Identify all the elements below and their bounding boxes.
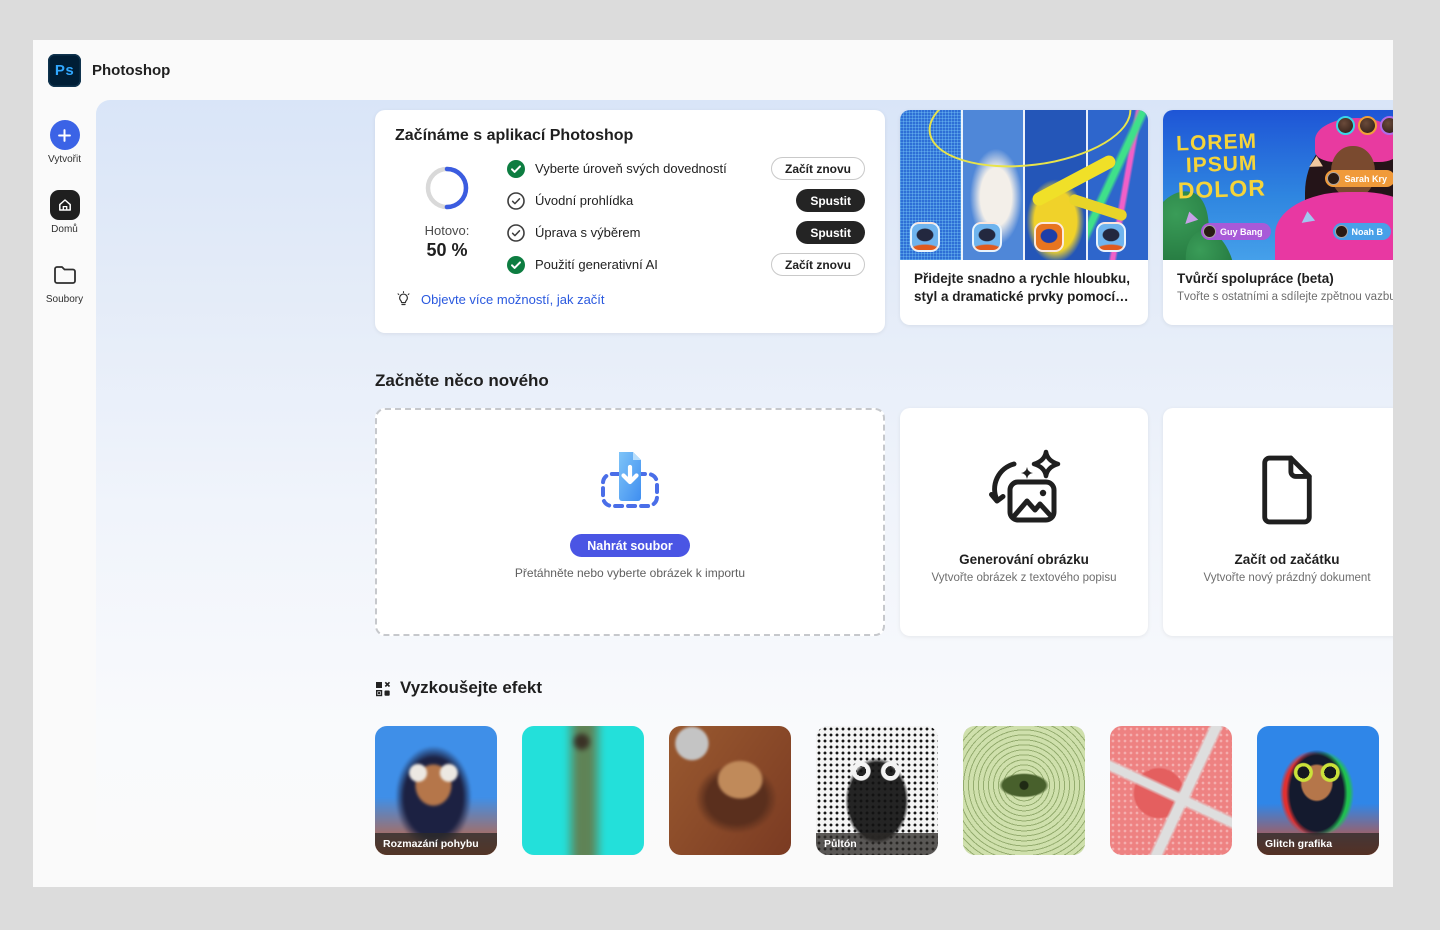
progress-block: Hotovo: 50 % xyxy=(395,157,499,276)
new-document-title: Začít od začátku xyxy=(1234,552,1340,568)
effect-thumb-glitch[interactable]: Glitch grafika xyxy=(1257,725,1379,855)
effect-preview-image xyxy=(963,725,1085,855)
promo-artwork-collaboration: LOREM IPSUM DOLOR Sarah Kry Guy Bang Noa… xyxy=(1163,110,1393,260)
style-variant-thumb xyxy=(1034,222,1064,252)
check-outline-icon xyxy=(507,223,525,242)
sidebar-item-files[interactable]: Soubory xyxy=(46,260,83,305)
effect-thumb-3[interactable] xyxy=(669,725,791,855)
collaborator-avatars xyxy=(1336,116,1393,135)
effect-thumb-2[interactable] xyxy=(522,725,644,855)
getting-started-row: Začínáme s aplikací Photoshop Hotovo: 50… xyxy=(375,110,1393,333)
getting-started-card: Začínáme s aplikací Photoshop Hotovo: 50… xyxy=(375,110,885,333)
effect-preview-image xyxy=(522,725,644,855)
photoshop-logo-icon: Ps xyxy=(48,53,81,87)
upload-file-button[interactable]: Nahrát soubor xyxy=(570,534,690,558)
home-icon xyxy=(49,190,80,220)
check-filled-icon xyxy=(507,159,525,178)
avatar xyxy=(1203,225,1216,238)
progress-ring xyxy=(425,166,469,210)
task-row-edit-selection: Úprava s výběrem Spustit xyxy=(507,221,865,244)
sidebar-item-home[interactable]: Domů xyxy=(49,190,80,235)
effect-thumb-5[interactable] xyxy=(963,725,1085,855)
desktop: { "app": { "logo_text": "Ps", "title": "… xyxy=(0,0,1440,930)
effects-row: Rozmazání pohybu Půltón Glitch grafika xyxy=(375,725,1393,855)
task-restart-button[interactable]: Začít znovu xyxy=(770,157,865,180)
effect-thumb-6[interactable] xyxy=(1110,725,1232,855)
effect-label: Rozmazání pohybu xyxy=(375,832,497,855)
task-label: Úvodní prohlídka xyxy=(535,193,634,208)
effect-thumb-halftone[interactable]: Půltón xyxy=(816,725,938,855)
avatar xyxy=(1334,225,1348,238)
effects-heading: Vyzkoušejte efekt xyxy=(375,678,1393,698)
upload-file-icon xyxy=(601,452,659,509)
promo-title: Přidejte snadno a rychle hloubku, styl a… xyxy=(914,271,1131,305)
promo-card-collaboration[interactable]: LOREM IPSUM DOLOR Sarah Kry Guy Bang Noa… xyxy=(1163,110,1393,325)
plus-icon xyxy=(49,120,80,150)
effect-preview-image xyxy=(669,725,791,855)
generate-image-icon xyxy=(980,444,1068,536)
sidebar: Vytvořit Domů Soubory xyxy=(33,100,96,887)
task-start-button[interactable]: Spustit xyxy=(796,221,865,244)
check-outline-icon xyxy=(507,191,525,210)
effects-grid-icon xyxy=(376,681,391,696)
progress-label: Hotovo: xyxy=(424,223,470,238)
avatar xyxy=(1380,116,1393,135)
generate-image-card[interactable]: Generování obrázku Vytvořte obrázek z te… xyxy=(900,408,1148,637)
new-document-subtitle: Vytvořte nový prázdný dokument xyxy=(1203,572,1371,585)
task-label: Použití generativní AI xyxy=(535,257,658,272)
progress-value: 50 % xyxy=(426,240,468,260)
promo-card-depth-style[interactable]: Přidejte snadno a rychle hloubku, styl a… xyxy=(900,110,1148,325)
topbar: Ps Photoshop xyxy=(33,40,1393,100)
avatar xyxy=(1327,172,1341,185)
style-variant-thumb xyxy=(1096,222,1126,252)
effect-preview-image xyxy=(1110,725,1232,855)
generate-image-subtitle: Vytvořte obrázek z textového popisu xyxy=(931,572,1117,585)
sidebar-item-create[interactable]: Vytvořit xyxy=(48,120,81,165)
overlay-headline: LOREM IPSUM DOLOR xyxy=(1175,129,1267,204)
start-new-row: Nahrát soubor Přetáhněte nebo vyberte ob… xyxy=(375,408,1393,637)
collaborator-name-tag: Sarah Kry xyxy=(1325,170,1393,187)
promo-title: Tvůrčí spolupráce (beta) xyxy=(1177,271,1334,286)
avatar xyxy=(1336,116,1355,135)
sidebar-item-files-label: Soubory xyxy=(45,294,84,305)
lightbulb-icon xyxy=(397,291,410,306)
app-title: Photoshop xyxy=(92,61,171,79)
sidebar-item-create-label: Vytvořit xyxy=(48,154,81,165)
generate-image-title: Generování obrázku xyxy=(959,552,1089,568)
start-new-heading: Začněte něco nového xyxy=(375,371,549,390)
task-label: Úprava s výběrem xyxy=(535,225,641,240)
discover-more-link[interactable]: Objevte více možností, jak začít xyxy=(421,292,605,307)
task-start-button[interactable]: Spustit xyxy=(796,189,865,212)
collaborator-name-tag: Guy Bang xyxy=(1201,223,1271,240)
check-filled-icon xyxy=(507,255,525,274)
task-label: Vyberte úroveň svých dovedností xyxy=(535,161,727,176)
task-row-intro-tour: Úvodní prohlídka Spustit xyxy=(507,189,865,212)
getting-started-title: Začínáme s aplikací Photoshop xyxy=(395,127,634,144)
effect-thumb-motion-blur[interactable]: Rozmazání pohybu xyxy=(375,725,497,855)
task-row-skill-level: Vyberte úroveň svých dovedností Začít zn… xyxy=(507,157,865,180)
upload-dropzone[interactable]: Nahrát soubor Přetáhněte nebo vyberte ob… xyxy=(375,408,885,637)
blank-document-icon xyxy=(1256,444,1318,536)
upload-hint: Přetáhněte nebo vyberte obrázek k import… xyxy=(514,566,746,581)
promo-subtitle: Tvořte s ostatními a sdílejte zpětnou va… xyxy=(1177,291,1393,304)
home-content: Začínáme s aplikací Photoshop Hotovo: 50… xyxy=(96,100,1393,887)
effect-label: Glitch grafika xyxy=(1257,832,1379,855)
collaborator-name-tag: Noah B xyxy=(1332,223,1391,240)
new-document-card[interactable]: Začít od začátku Vytvořte nový prázdný d… xyxy=(1163,408,1393,637)
style-variant-thumb xyxy=(910,222,940,252)
promo-artwork-style-strips xyxy=(900,110,1148,260)
avatar xyxy=(1358,116,1377,135)
style-variant-thumb xyxy=(972,222,1002,252)
sidebar-item-home-label: Domů xyxy=(51,224,78,235)
effect-label: Půltón xyxy=(816,832,938,855)
task-restart-button[interactable]: Začít znovu xyxy=(770,253,865,276)
task-row-generative-ai: Použití generativní AI Začít znovu xyxy=(507,253,865,276)
task-list: Vyberte úroveň svých dovedností Začít zn… xyxy=(499,157,865,276)
folder-icon xyxy=(50,260,80,290)
photoshop-window: Ps Photoshop Vytvořit Domů Soubory Začín… xyxy=(33,40,1393,887)
